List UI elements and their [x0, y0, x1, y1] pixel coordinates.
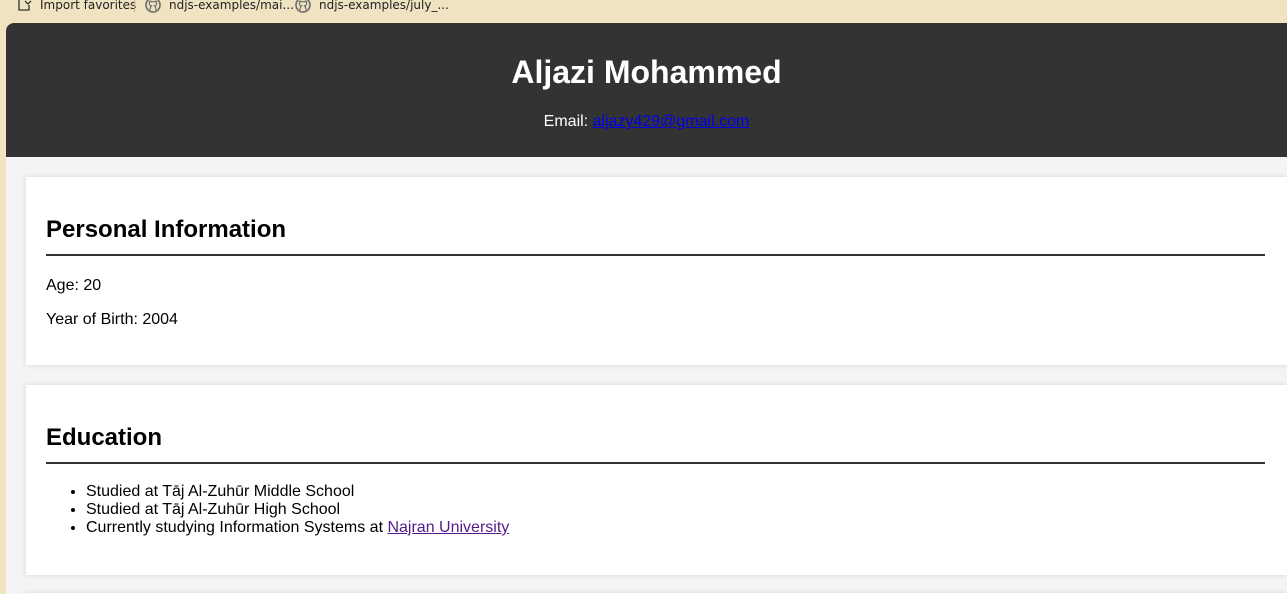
birth-year-text: Year of Birth: 2004 — [46, 311, 178, 328]
bookmark-import-favorites[interactable]: Import favorites — [16, 0, 136, 14]
github-icon — [295, 0, 311, 13]
section-title: Education — [46, 424, 163, 451]
section-divider — [46, 254, 1265, 256]
list-item: Currently studying Information Systems a… — [86, 519, 509, 537]
bookmark-label: ndjs-examples/july_... — [319, 0, 449, 12]
email-line: Email: aljazy429@gmail.com — [6, 112, 1287, 132]
list-item-text: Currently studying Information Systems a… — [86, 519, 388, 536]
page-viewport: Aljazi Mohammed Email: aljazy429@gmail.c… — [6, 23, 1287, 594]
github-icon — [145, 0, 161, 13]
section-title: Personal Information — [46, 216, 287, 243]
bookmark-ndjs-examples-july[interactable]: ndjs-examples/july_... — [295, 0, 449, 14]
site-header: Aljazi Mohammed Email: aljazy429@gmail.c… — [6, 23, 1287, 157]
bookmark-label: Import favorites — [40, 0, 137, 12]
list-item-text: Studied at Tāj Al-Zuhūr Middle School — [86, 483, 355, 500]
bookmark-ndjs-examples-main[interactable]: ndjs-examples/mai... — [145, 0, 294, 14]
university-link[interactable]: Najran University — [387, 519, 509, 536]
bookmark-separator — [134, 0, 135, 12]
personal-information-section: Personal Information Age: 20 Year of Bir… — [26, 177, 1287, 365]
email-link[interactable]: aljazy429@gmail.com — [593, 113, 750, 130]
list-item: Studied at Tāj Al-Zuhūr Middle School — [86, 483, 509, 501]
import-icon — [16, 0, 32, 12]
age-text: Age: 20 — [46, 277, 102, 294]
education-list: Studied at Tāj Al-Zuhūr Middle School St… — [86, 483, 509, 537]
bookmark-label: ndjs-examples/mai... — [169, 0, 294, 12]
list-item-text: Studied at Tāj Al-Zuhūr High School — [86, 501, 341, 518]
bookmarks-bar: Import favorites ndjs-examples/mai... nd… — [0, 0, 1287, 23]
education-section: Education Studied at Tāj Al-Zuhūr Middle… — [26, 385, 1287, 575]
list-item: Studied at Tāj Al-Zuhūr High School — [86, 501, 509, 519]
section-divider — [46, 462, 1265, 464]
page-title: Aljazi Mohammed — [511, 54, 782, 90]
email-label: Email: — [543, 113, 593, 130]
